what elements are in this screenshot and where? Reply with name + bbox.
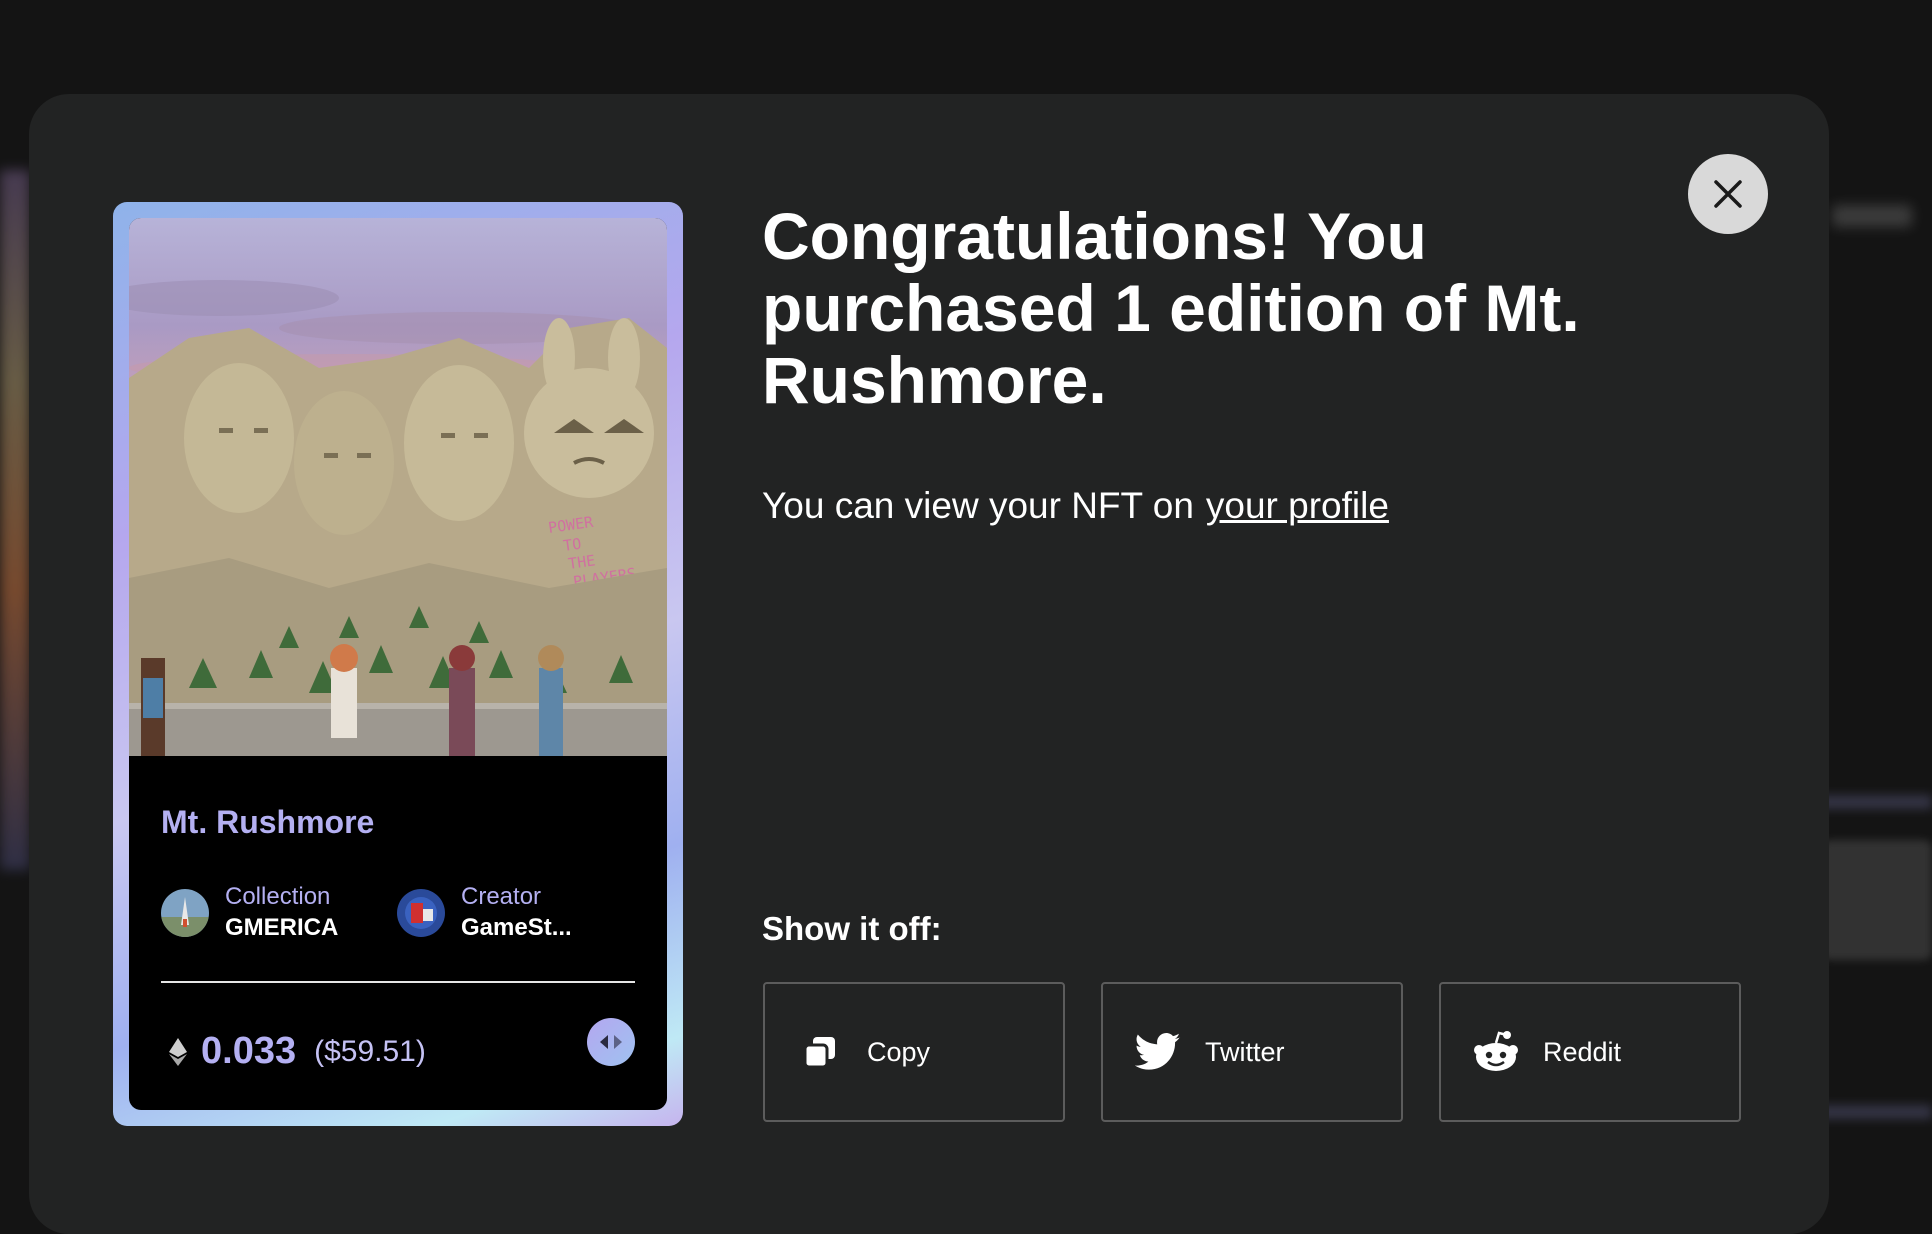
creator-name: GameSt... xyxy=(461,914,572,941)
twitter-label: Twitter xyxy=(1205,1036,1285,1067)
price-usd: ($59.51) xyxy=(314,1034,426,1068)
background-page-blur xyxy=(1822,840,1932,960)
copy-icon xyxy=(797,1029,843,1075)
collection-info[interactable]: Collection GMERICA xyxy=(161,882,338,944)
twitter-share-button[interactable]: Twitter xyxy=(1101,982,1403,1122)
graffiti-line: TO xyxy=(562,535,582,555)
nft-title: Mt. Rushmore xyxy=(161,804,375,840)
ethereum-icon xyxy=(169,1037,187,1066)
collection-avatar xyxy=(161,889,209,937)
background-page-blur xyxy=(0,170,30,870)
nft-card-body: POWER TO THE PLAYERS Mt. Rushmore Collec… xyxy=(129,218,667,1110)
twitter-icon xyxy=(1135,1029,1181,1075)
collection-label: Collection xyxy=(225,883,331,910)
collection-name: GMERICA xyxy=(225,914,339,941)
reddit-label: Reddit xyxy=(1543,1036,1622,1067)
copy-label: Copy xyxy=(867,1036,931,1067)
swap-currency-button[interactable] xyxy=(587,1018,635,1066)
profile-link[interactable]: your profile xyxy=(1206,485,1389,526)
card-divider xyxy=(161,981,635,983)
price-row: 0.033 ($59.51) xyxy=(169,1030,426,1073)
nft-artwork-image: POWER TO THE PLAYERS xyxy=(129,218,667,756)
copy-button[interactable]: Copy xyxy=(763,982,1065,1122)
close-icon xyxy=(1714,180,1742,208)
creator-avatar xyxy=(397,889,445,937)
swap-currency-icon xyxy=(600,1035,622,1049)
reddit-icon xyxy=(1473,1029,1519,1075)
view-nft-prefix: You can view your NFT on xyxy=(762,485,1194,526)
price-eth: 0.033 xyxy=(201,1030,297,1072)
nft-card: POWER TO THE PLAYERS Mt. Rushmore Collec… xyxy=(113,202,683,1126)
creator-label: Creator xyxy=(461,883,542,910)
show-it-off-label: Show it off: xyxy=(762,910,942,947)
success-heading: Congratulations! You purchased 1 edition… xyxy=(762,199,1580,417)
creator-info[interactable]: Creator GameSt... xyxy=(397,882,572,944)
reddit-share-button[interactable]: Reddit xyxy=(1439,982,1741,1122)
close-button[interactable] xyxy=(1688,154,1768,234)
background-page-blur xyxy=(1832,205,1912,227)
view-nft-text: You can view your NFT on your profile xyxy=(762,485,1389,527)
